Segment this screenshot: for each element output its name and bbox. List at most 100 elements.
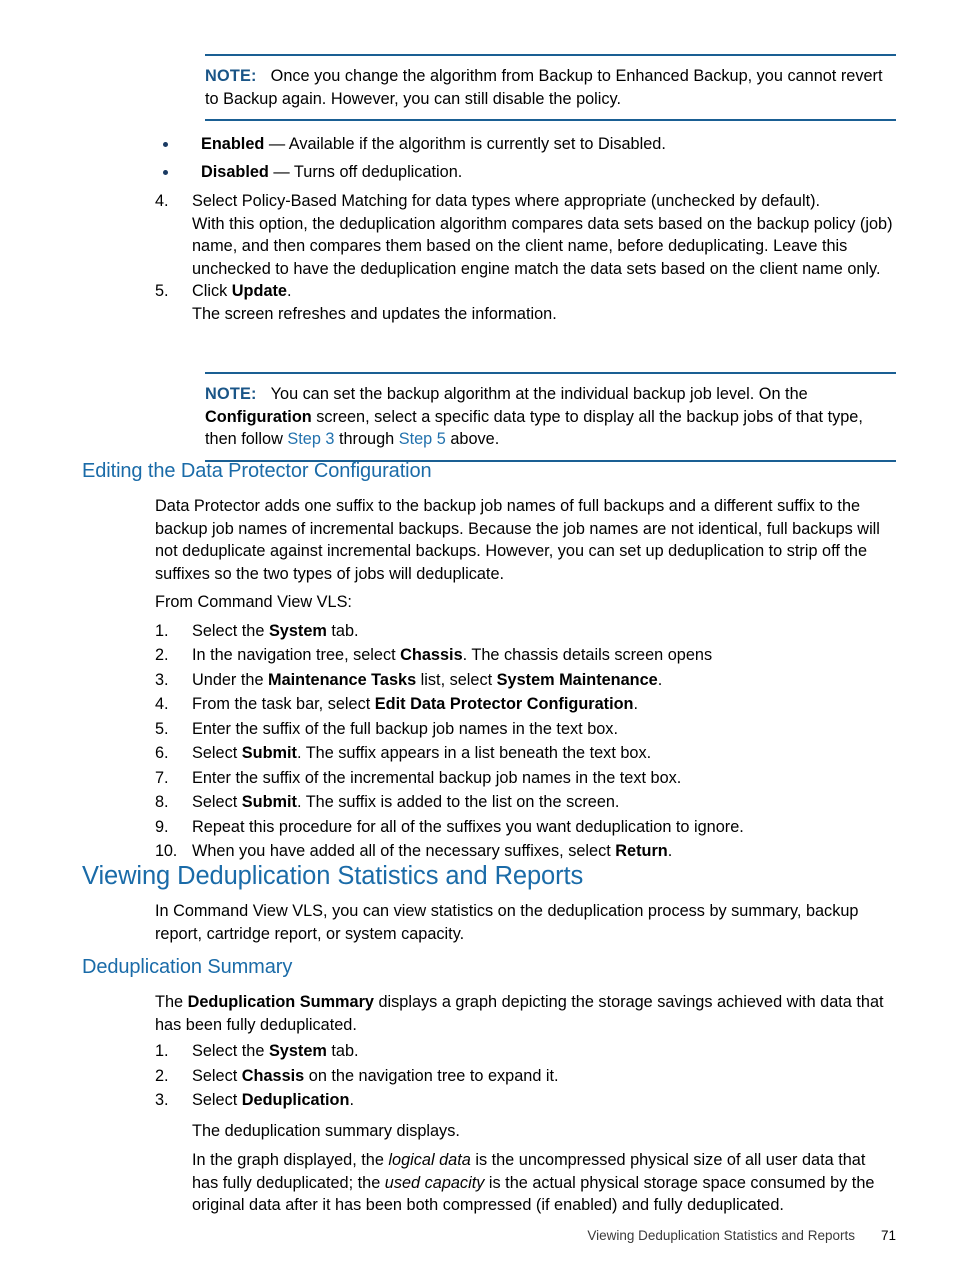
page-number: 71 xyxy=(880,1228,896,1243)
step-text-bold: Maintenance Tasks xyxy=(268,670,417,689)
section-editing-body: Data Protector adds one suffix to the ba… xyxy=(155,495,896,865)
step-text-post: . xyxy=(286,282,292,300)
graph-em-logical-data: logical data xyxy=(388,1151,471,1169)
step-text-post: tab. xyxy=(326,621,359,640)
step-number: 6. xyxy=(155,744,169,762)
note-1-text: NOTE: Once you change the algorithm from … xyxy=(205,65,896,110)
note-label: NOTE: xyxy=(205,67,257,85)
step-text-bold: Update xyxy=(231,282,287,300)
step-text-pre: Select the xyxy=(192,621,269,640)
list-item: 1. Select the System tab. xyxy=(155,620,896,643)
section-heading-editing: Editing the Data Protector Configuration xyxy=(82,460,896,483)
intro-bold: Deduplication Summary xyxy=(187,993,374,1011)
step-text-pre: Click xyxy=(192,282,232,300)
step-5-detail: The screen refreshes and updates the inf… xyxy=(192,304,557,323)
graph-description: In the graph displayed, the logical data… xyxy=(155,1149,896,1217)
note-box: NOTE: Once you change the algorithm from … xyxy=(205,54,896,121)
step-number: 9. xyxy=(155,817,169,836)
list-item: 9. Repeat this procedure for all of the s… xyxy=(155,816,896,839)
section-viewing-body: In Command View VLS, you can view statis… xyxy=(155,900,896,945)
step-text-pre: Enter the suffix of the incremental back… xyxy=(192,768,682,787)
note-2-text: NOTE: You can set the backup algorithm at… xyxy=(205,383,896,451)
note-2-part1: You can set the backup algorithm at the … xyxy=(270,385,808,403)
list-item: 2. In the navigation tree, select Chassis… xyxy=(155,644,896,667)
graph-pre: In the graph displayed, the xyxy=(192,1151,389,1169)
steps-top: 4. Select Policy-Based Matching for data … xyxy=(155,190,896,325)
step-text-post: . The suffix appears in a list beneath t… xyxy=(296,744,652,762)
bullet-dash: — xyxy=(264,135,289,153)
step-text-bold: Return xyxy=(615,842,668,860)
step-text-bold: Chassis xyxy=(241,1066,305,1085)
step-number: 2. xyxy=(155,1066,169,1085)
note-box: NOTE: You can set the backup algorithm at… xyxy=(205,372,896,462)
page-title: Viewing Deduplication Statistics and Rep… xyxy=(82,862,584,890)
xref-step-3[interactable]: Step 3 xyxy=(287,430,334,448)
bullets: Enabled — Available if the algorithm is … xyxy=(155,133,896,183)
step-text-bold: System xyxy=(268,621,327,640)
list-item: 10. When you have added all of the necess… xyxy=(155,840,896,863)
step-text-bold: Chassis xyxy=(400,646,463,664)
step-text-pre: In the navigation tree, select xyxy=(192,646,401,664)
step-text-post: . The chassis details screen opens xyxy=(462,646,713,664)
list-item: Enabled — Available if the algorithm is … xyxy=(155,133,896,156)
step-text-pre: Enter the suffix of the full backup job … xyxy=(192,719,618,738)
step-text-bold: Submit xyxy=(241,744,297,762)
list-item: 4. From the task bar, select Edit Data Pr… xyxy=(155,693,896,716)
list-item: 2. Select Chassis on the navigation tree … xyxy=(155,1065,896,1088)
bullet-dash: — xyxy=(268,162,294,181)
list-item: 3. Select Deduplication. xyxy=(155,1089,896,1112)
list-item: 4. Select Policy-Based Matching for data … xyxy=(155,190,896,213)
list-item: 6. Select Submit. The suffix appears in a… xyxy=(155,742,896,765)
step-text-pre: Select xyxy=(192,1091,242,1109)
step-text-pre: Repeat this procedure for all of the suf… xyxy=(192,817,744,836)
intro-pre: The xyxy=(155,993,188,1011)
paragraph: Data Protector adds one suffix to the ba… xyxy=(155,497,880,583)
note-block-2: NOTE: You can set the backup algorithm at… xyxy=(0,372,954,462)
step-number: 1. xyxy=(155,1042,169,1060)
editing-steps: 1. Select the System tab. 2. In the naviga… xyxy=(155,620,896,863)
page-subtitle: Editing the Data Protector Configuration xyxy=(82,460,432,482)
list-item: 8. Select Submit. The suffix is added to … xyxy=(155,791,896,814)
xref-step-5[interactable]: Step 5 xyxy=(399,430,446,448)
step-text-post: . The suffix is added to the list on the… xyxy=(296,793,620,811)
step-number: 10. xyxy=(155,842,178,860)
list-item: 7. Enter the suffix of the incremental ba… xyxy=(155,767,896,790)
step-text-bold: Submit xyxy=(241,793,297,811)
step-text-bold: System xyxy=(268,1042,327,1060)
section-summary-body: The Deduplication Summary displays a gra… xyxy=(155,991,896,1217)
step-number: 3. xyxy=(155,1091,169,1109)
step-text-pre: From the task bar, select xyxy=(192,695,375,713)
bullet-text: Turns off deduplication. xyxy=(293,162,463,181)
bullet-term: Enabled xyxy=(201,135,265,153)
step-text-pre: Select xyxy=(192,744,242,762)
note-1-body: Once you change the algorithm from Backu… xyxy=(205,67,883,108)
step-text-pre: Select xyxy=(192,1066,242,1085)
section-heading-viewing: Viewing Deduplication Statistics and Rep… xyxy=(82,862,896,891)
page-subtitle: Deduplication Summary xyxy=(82,956,293,978)
step-text-post: tab. xyxy=(326,1042,359,1060)
step-text-post: . xyxy=(349,1091,354,1109)
step-text-post: . xyxy=(667,842,673,860)
document-page: NOTE: Once you change the algorithm from … xyxy=(0,0,954,1271)
step-text-bold-2: System Maintenance xyxy=(496,670,658,689)
note-2-part4: above. xyxy=(445,430,500,448)
ordered-steps: 4. Select Policy-Based Matching for data … xyxy=(155,190,896,213)
graph-em-used-capacity: used capacity xyxy=(384,1173,485,1192)
step-text-bold: Edit Data Protector Configuration xyxy=(374,695,634,713)
step-text-pre: Under the xyxy=(192,670,269,689)
page-footer: Viewing Deduplication Statistics and Rep… xyxy=(0,1228,896,1243)
list-item: 1. Select the System tab. xyxy=(155,1040,896,1063)
step-number: 5. xyxy=(155,282,169,300)
step-number: 7. xyxy=(155,768,169,787)
bullet-term: Disabled xyxy=(201,162,269,181)
step-number: 1. xyxy=(155,621,169,640)
step-text-pre: When you have added all of the necessary… xyxy=(192,842,616,860)
step-text-post-2: . xyxy=(657,670,663,689)
list-item: Disabled — Turns off deduplication. xyxy=(155,161,896,184)
step-text-bold: Deduplication xyxy=(241,1091,350,1109)
step-number: 2. xyxy=(155,646,169,664)
paragraph: The Deduplication Summary displays a gra… xyxy=(155,991,896,1036)
list-item: 5. Click Update. xyxy=(155,280,896,303)
ordered-steps-continued: 5. Click Update. xyxy=(155,280,896,303)
footer-title: Viewing Deduplication Statistics and Rep… xyxy=(587,1228,855,1243)
